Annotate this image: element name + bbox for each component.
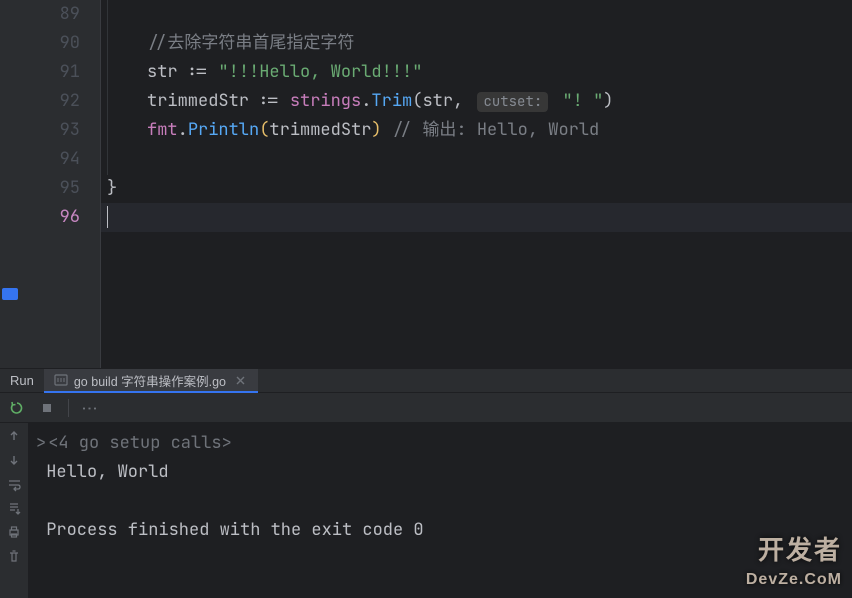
line-number[interactable]: 90: [20, 29, 80, 58]
editor-margin: [0, 0, 20, 368]
text-caret: [107, 206, 108, 228]
line-number[interactable]: 89: [20, 0, 80, 29]
run-toolbar: ⋮: [0, 393, 852, 423]
code-line[interactable]: [101, 0, 852, 29]
code-line-active[interactable]: [101, 203, 852, 232]
code-line[interactable]: trimmedStr := strings.Trim(str, cutset: …: [101, 87, 852, 116]
code-line[interactable]: fmt.Println(trimmedStr) // 输出: Hello, Wo…: [101, 116, 852, 145]
go-file-icon: [54, 373, 68, 387]
rerun-button[interactable]: [6, 397, 28, 419]
console-side-toolbar: [0, 423, 28, 598]
up-arrow-icon[interactable]: [5, 427, 23, 445]
line-number[interactable]: 92: [20, 87, 80, 116]
code-line[interactable]: }: [101, 174, 852, 203]
code-line[interactable]: str := "!!!Hello, World!!!": [101, 58, 852, 87]
console-line: Hello, World: [36, 458, 844, 487]
fold-arrow-icon[interactable]: >: [36, 432, 46, 454]
line-number-active[interactable]: 96: [20, 203, 80, 232]
print-icon[interactable]: [5, 523, 23, 541]
console-exit-line: Process finished with the exit code 0: [36, 516, 844, 545]
close-tab-button[interactable]: [232, 372, 248, 388]
run-tab-active[interactable]: go build 字符串操作案例.go: [44, 369, 258, 393]
code-line[interactable]: [101, 145, 852, 174]
console-panel: ><4 go setup calls> Hello, World Process…: [0, 423, 852, 598]
line-number-gutter[interactable]: 89 90 91 92 93 94 95 96: [20, 0, 100, 368]
line-number[interactable]: 93: [20, 116, 80, 145]
scroll-to-end-icon[interactable]: [5, 499, 23, 517]
bookmark-icon[interactable]: [2, 288, 18, 300]
console-output[interactable]: ><4 go setup calls> Hello, World Process…: [28, 423, 852, 598]
line-number[interactable]: 91: [20, 58, 80, 87]
inlay-hint: cutset:: [477, 92, 548, 112]
down-arrow-icon[interactable]: [5, 451, 23, 469]
run-panel-label[interactable]: Run: [0, 369, 44, 392]
toolbar-divider: [68, 399, 69, 417]
line-number[interactable]: 95: [20, 174, 80, 203]
code-line[interactable]: //去除字符串首尾指定字符: [101, 29, 852, 58]
code-editor[interactable]: 89 90 91 92 93 94 95 96 //去除字符串首尾指定字符 st…: [0, 0, 852, 368]
line-number[interactable]: 94: [20, 145, 80, 174]
clear-all-icon[interactable]: [5, 547, 23, 565]
more-actions-button[interactable]: ⋮: [79, 397, 101, 419]
console-fold-line[interactable]: ><4 go setup calls>: [36, 429, 844, 458]
code-area[interactable]: //去除字符串首尾指定字符 str := "!!!Hello, World!!!…: [100, 0, 852, 368]
run-tabs-bar: Run go build 字符串操作案例.go: [0, 368, 852, 393]
console-line: [36, 487, 844, 516]
soft-wrap-icon[interactable]: [5, 475, 23, 493]
run-tab-label: go build 字符串操作案例.go: [74, 371, 226, 390]
comment-text: //去除字符串首尾指定字符: [147, 32, 354, 54]
stop-button[interactable]: [36, 397, 58, 419]
